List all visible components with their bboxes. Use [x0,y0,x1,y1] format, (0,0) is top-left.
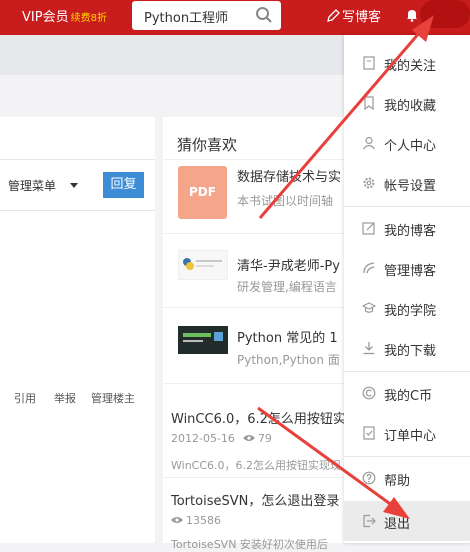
comment-panel: 管理菜单 回复 引用 举报 管理楼主 [0,117,155,543]
blog-views: 79 [257,432,272,445]
vip-label: VIP会员 [22,10,69,25]
write-blog-label: 写博客 [342,10,382,25]
divider [0,159,155,160]
video-cover-icon [183,332,223,342]
eye-icon [171,517,183,523]
menu-item-label: 退出 [384,517,411,532]
rec-title[interactable]: 清华-尹成老师-Py [237,255,340,274]
search-box[interactable]: Python工程师 [132,1,281,30]
order-icon [363,426,375,440]
menu-item-logout[interactable]: 退出 [344,501,470,541]
menu-item-my-downloads[interactable]: 我的下载 [344,328,470,368]
menu-item-label: 帐号设置 [384,179,437,194]
menu-divider [344,456,470,457]
menu-item-label: 个人中心 [384,139,437,154]
blog-date: 2012-05-16 [171,432,235,445]
rec-desc: 本书试图以时间轴 [237,194,334,208]
menu-item-label: 管理博客 [384,264,437,279]
avatar[interactable] [420,0,470,28]
menu-item-my-blog[interactable]: 我的博客 [344,208,470,248]
menu-item-label: 订单中心 [384,429,437,444]
blog-desc: WinCC6.0，6.2怎么用按钮实现现 [171,459,342,472]
edit-icon [362,222,375,235]
vip-membership-link[interactable]: VIP会员 续费8折 [22,6,107,25]
blog-title[interactable]: TortoiseSVN，怎么退出登录 [171,490,339,509]
follow-icon [363,56,375,70]
menu-item-profile[interactable]: 个人中心 [344,123,470,163]
reply-button[interactable]: 回复 [103,172,144,198]
menu-item-help[interactable]: 帮助 [344,458,470,498]
academy-icon [362,302,376,313]
manage-floor-link[interactable]: 管理楼主 [91,390,135,406]
help-icon [362,471,376,485]
write-blog-button[interactable]: 写博客 [326,6,381,25]
caret-down-icon [70,183,79,188]
user-dropdown-menu: 我的关注 我的收藏 个人中心 帐号设置 我的博客 管理博客 我的学院 我的下载 … [344,35,470,543]
menu-item-label: 我的收藏 [384,99,437,114]
settings-icon [363,177,375,189]
menu-item-manage-blog[interactable]: 管理博客 [344,248,470,288]
top-navbar: VIP会员 续费8折 Python工程师 写博客 [0,0,470,35]
menu-divider [344,371,470,372]
report-link[interactable]: 举报 [54,390,76,406]
guess-you-like-title: 猜你喜欢 [177,136,238,154]
menu-item-label: 我的下载 [384,344,437,359]
search-icon[interactable] [255,6,273,24]
blog-desc: TortoiseSVN 安装好初次使用后 [171,538,328,551]
manage-menu-label: 管理菜单 [8,179,57,193]
search-input[interactable]: Python工程师 [144,7,228,26]
course-thumbnail[interactable] [178,250,228,280]
blog-meta: 13586 [163,514,221,527]
menu-item-label: 帮助 [384,474,411,489]
vip-discount-label: 续费8折 [70,13,107,24]
menu-divider [344,206,470,207]
eye-icon [242,435,255,441]
manage-menu-dropdown[interactable]: 管理菜单 [8,177,79,194]
menu-item-label: 我的博客 [384,224,437,239]
menu-item-orders[interactable]: 订单中心 [344,413,470,453]
rec-title[interactable]: Python 常见的 1 [237,327,338,346]
menu-item-label: 我的学院 [384,304,437,319]
rec-title[interactable]: 数据存储技术与实 [237,166,341,185]
video-thumbnail[interactable] [178,326,228,354]
rec-desc: Python,Python 面 [237,353,340,367]
menu-item-account-settings[interactable]: 帐号设置 [344,163,470,203]
blog-meta: 2012-05-16 79 [171,432,272,445]
logout-icon [363,514,376,528]
rec-desc: 研发管理,编程语言 [237,280,337,294]
menu-item-follow[interactable]: 我的关注 [344,43,470,83]
python-logo-icon [183,258,222,270]
bell-icon[interactable] [405,8,419,22]
coin-icon [362,386,376,400]
menu-item-my-academy[interactable]: 我的学院 [344,288,470,328]
pen-icon [327,9,340,22]
user-icon [363,136,375,150]
menu-item-favorites[interactable]: 我的收藏 [344,83,470,123]
menu-item-label: 我的C币 [384,389,433,404]
pdf-thumbnail[interactable]: PDF [178,166,227,219]
blog-views: 13586 [186,514,221,527]
quote-link[interactable]: 引用 [14,390,36,406]
blog-title[interactable]: WinCC6.0，6.2怎么用按钮实 [171,408,346,427]
download-icon [363,342,375,355]
menu-item-my-coins[interactable]: 我的C币 [344,373,470,413]
menu-item-label: 我的关注 [384,59,437,74]
divider [0,210,155,211]
manage-icon [363,262,375,274]
bookmark-icon [364,96,374,110]
